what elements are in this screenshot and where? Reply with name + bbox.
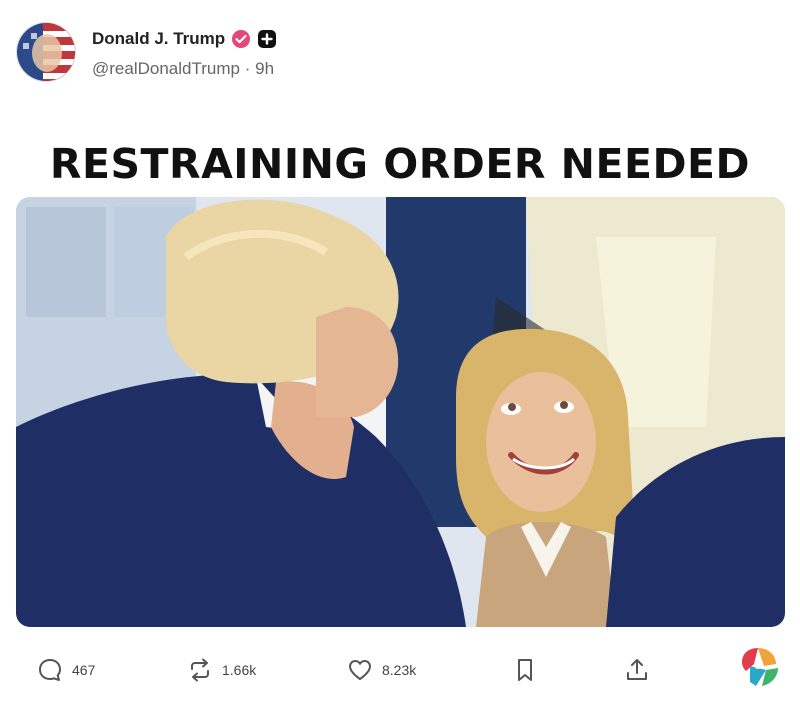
author-handle[interactable]: @realDonaldTrump xyxy=(92,59,240,78)
share-icon xyxy=(627,659,647,680)
plus-badge-icon xyxy=(257,29,277,49)
comment-button[interactable]: 467 xyxy=(36,656,95,684)
app-logo-icon xyxy=(736,644,782,690)
post-header: Donald J. Trump @realDonaldTrump · 9h xyxy=(16,22,277,82)
heart-icon xyxy=(349,660,371,680)
repost-button[interactable]: 1.66k xyxy=(186,656,256,684)
handle-row: @realDonaldTrump · 9h xyxy=(92,59,277,79)
bookmark-button[interactable] xyxy=(511,656,539,684)
post-photo[interactable] xyxy=(16,197,785,627)
verified-badge-icon xyxy=(231,29,251,49)
action-bar: 467 1.66k 8.23k xyxy=(0,650,800,696)
like-count: 8.23k xyxy=(382,662,417,678)
separator: · xyxy=(244,59,251,78)
like-button[interactable]: 8.23k xyxy=(346,656,416,684)
avatar[interactable] xyxy=(16,22,76,82)
comment-count: 467 xyxy=(72,662,96,678)
author-name[interactable]: Donald J. Trump xyxy=(92,29,225,49)
share-button[interactable] xyxy=(623,656,651,684)
comment-icon xyxy=(39,659,61,681)
post-time: 9h xyxy=(255,59,275,78)
bookmark-icon xyxy=(518,659,532,681)
headline: RESTRAINING ORDER NEEDED xyxy=(49,140,751,188)
repost-count: 1.66k xyxy=(222,662,257,678)
repost-icon xyxy=(191,658,209,682)
